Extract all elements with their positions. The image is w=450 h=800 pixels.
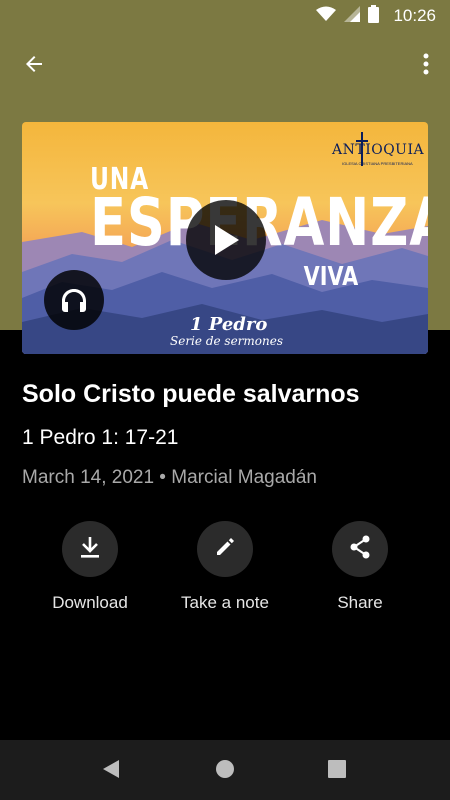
square-recents-icon: [328, 759, 346, 783]
artwork-book-name: 1 Pedro: [190, 314, 268, 335]
share-label: Share: [337, 593, 383, 612]
back-button[interactable]: [16, 48, 52, 84]
pencil-icon: [215, 537, 235, 562]
action-row: Download Take a note Share: [0, 521, 450, 621]
nav-home-button[interactable]: [212, 758, 238, 784]
triangle-back-icon: [101, 759, 121, 784]
status-bar: 10:26: [0, 0, 450, 32]
take-note-button[interactable]: Take a note: [160, 521, 290, 613]
app-bar: [0, 40, 450, 90]
take-note-label: Take a note: [181, 593, 269, 612]
nav-back-button[interactable]: [98, 758, 124, 784]
sermon-title: Solo Cristo puede salvarnos: [22, 380, 360, 408]
cell-signal-icon: [344, 5, 361, 27]
more-vertical-icon: [423, 53, 429, 80]
sermon-passage: 1 Pedro 1: 17-21: [22, 426, 179, 449]
sermon-artwork: ANTIOQUIA IGLESIA CRISTIANA PRESBITERIAN…: [22, 122, 428, 354]
status-time: 10:26: [393, 6, 436, 25]
wifi-icon: [316, 6, 337, 27]
play-icon: [211, 223, 241, 257]
more-options-button[interactable]: [414, 48, 438, 84]
artwork-series-label: Serie de sermones: [170, 334, 283, 348]
church-logo: ANTIOQUIA IGLESIA CRISTIANA PRESBITERIAN…: [332, 132, 424, 172]
circle-home-icon: [215, 759, 235, 784]
headphones-icon: [60, 287, 88, 313]
system-nav-bar: [0, 740, 450, 800]
share-button[interactable]: Share: [295, 521, 425, 613]
nav-recents-button[interactable]: [324, 758, 350, 784]
battery-icon: [368, 4, 380, 28]
download-button[interactable]: Download: [25, 521, 155, 613]
download-label: Download: [52, 593, 128, 612]
artwork-title-line3: VIVA: [303, 262, 358, 292]
play-audio-button[interactable]: [44, 270, 104, 330]
play-video-button[interactable]: [186, 200, 266, 280]
sermon-date-speaker: March 14, 2021 • Marcial Magadán: [22, 467, 317, 488]
arrow-left-icon: [22, 52, 46, 81]
download-icon: [79, 535, 101, 564]
share-icon: [349, 535, 371, 564]
